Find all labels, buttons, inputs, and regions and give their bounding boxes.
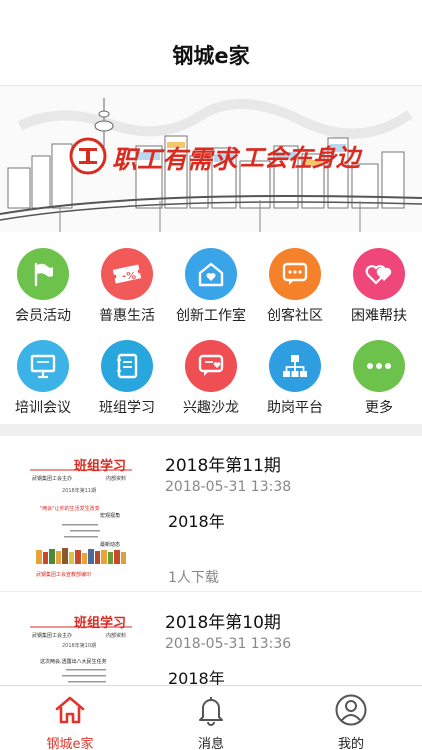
- issue-description: 2018年: [168, 669, 225, 685]
- magazine-cover-thumbnail: 班组学习 武钢集团工会主办 内部资料 2018年第11期 "两会"让你的生活发生…: [22, 454, 140, 584]
- banner-image[interactable]: 职工有需求 工会在身边: [0, 86, 422, 232]
- feature-innovation-studio[interactable]: 创新工作室: [169, 240, 253, 330]
- list-item[interactable]: 班组学习 武钢集团工会主办 内部资料 2018年第10期 这次两会,透露出八大民…: [0, 593, 422, 685]
- more-dots-icon: [353, 340, 405, 392]
- cover-heading: 班组学习: [74, 615, 126, 631]
- svg-text:-%: -%: [122, 271, 136, 282]
- feature-training-meetings[interactable]: 培训会议: [1, 332, 85, 422]
- feature-label: 困难帮扶: [351, 308, 407, 324]
- tab-profile[interactable]: 我的: [281, 686, 421, 750]
- feature-hardship-support[interactable]: 困难帮扶: [337, 240, 421, 330]
- discount-ticket-icon: -%: [101, 248, 153, 300]
- issue-date: 2018-05-31 13:38: [165, 479, 292, 495]
- app-header: 钢城e家: [0, 0, 422, 86]
- notebook-icon: [101, 340, 153, 392]
- issue-title: 2018年第10期: [165, 613, 281, 633]
- feature-label: 普惠生活: [99, 308, 155, 324]
- tab-label: 钢城e家: [46, 737, 94, 750]
- issue-description: 2018年: [168, 512, 225, 531]
- house-heart-icon: [185, 248, 237, 300]
- cover-issue: 2018年第11期: [62, 487, 96, 494]
- feature-label: 创新工作室: [176, 308, 246, 324]
- tab-label: 我的: [337, 737, 364, 750]
- feature-label: 班组学习: [99, 400, 155, 416]
- flag-icon: [17, 248, 69, 300]
- presentation-board-icon: [17, 340, 69, 392]
- cover-line: "两会"让你的生活发生改变: [40, 505, 100, 512]
- city-skyline-illustration: 职工有需求 工会在身边: [0, 86, 422, 232]
- home-icon: [53, 694, 87, 726]
- hearts-icon: [353, 248, 405, 300]
- feature-label: 培训会议: [15, 400, 71, 416]
- document-list: 班组学习 武钢集团工会主办 内部资料 2018年第11期 "两会"让你的生活发生…: [0, 436, 422, 685]
- cover-publisher: 武钢集团工会主办: [32, 632, 72, 639]
- feature-label: 会员活动: [15, 308, 71, 324]
- list-item[interactable]: 班组学习 武钢集团工会主办 内部资料 2018年第11期 "两会"让你的生活发生…: [0, 436, 422, 592]
- banner-logo-text: 职工有需求: [112, 145, 241, 174]
- cover-publisher: 武钢集团工会主办: [32, 475, 72, 482]
- feature-more[interactable]: 更多: [337, 332, 421, 422]
- cover-line: 最新动态: [100, 541, 120, 548]
- bottom-tab-bar: 钢城e家 消息 我的: [0, 685, 422, 750]
- bell-icon: [194, 694, 228, 726]
- tab-label: 消息: [197, 737, 224, 750]
- feature-label: 创客社区: [267, 308, 323, 324]
- tab-home[interactable]: 钢城e家: [0, 686, 140, 750]
- feature-job-support-platform[interactable]: 助岗平台: [253, 332, 337, 422]
- feature-interest-salon[interactable]: 兴趣沙龙: [169, 332, 253, 422]
- chat-bubble-icon: [269, 248, 321, 300]
- issue-date: 2018-05-31 13:36: [165, 636, 292, 652]
- cover-category: 内部资料: [106, 632, 126, 639]
- feature-label: 助岗平台: [267, 400, 323, 416]
- feature-label: 更多: [365, 400, 393, 416]
- page-title: 钢城e家: [172, 44, 250, 68]
- feature-member-activities[interactable]: 会员活动: [1, 240, 85, 330]
- cover-category: 内部资料: [106, 475, 126, 482]
- cover-footer: 武钢集团工会宣教部编印: [36, 571, 91, 578]
- feature-benefit-life[interactable]: -% 普惠生活: [85, 240, 169, 330]
- cover-heading: 班组学习: [74, 458, 126, 474]
- chat-heart-icon: [185, 340, 237, 392]
- user-icon: [334, 694, 368, 726]
- issue-title: 2018年第11期: [165, 456, 281, 476]
- section-divider: [0, 424, 422, 436]
- cover-line: 宏观视角: [100, 512, 120, 519]
- cover-issue: 2018年第10期: [62, 642, 96, 649]
- magazine-cover-thumbnail: 班组学习 武钢集团工会主办 内部资料 2018年第10期 这次两会,透露出八大民…: [22, 611, 140, 685]
- cover-line: 这次两会,透露出八大民生任务: [40, 658, 107, 665]
- feature-maker-community[interactable]: 创客社区: [253, 240, 337, 330]
- org-chart-icon: [269, 340, 321, 392]
- tab-messages[interactable]: 消息: [141, 686, 281, 750]
- download-count: 1人下载: [168, 570, 219, 586]
- union-logo-icon: [69, 137, 107, 175]
- feature-label: 兴趣沙龙: [183, 400, 239, 416]
- feature-team-study[interactable]: 班组学习: [85, 332, 169, 422]
- banner-slogan: 工会在身边: [240, 143, 363, 172]
